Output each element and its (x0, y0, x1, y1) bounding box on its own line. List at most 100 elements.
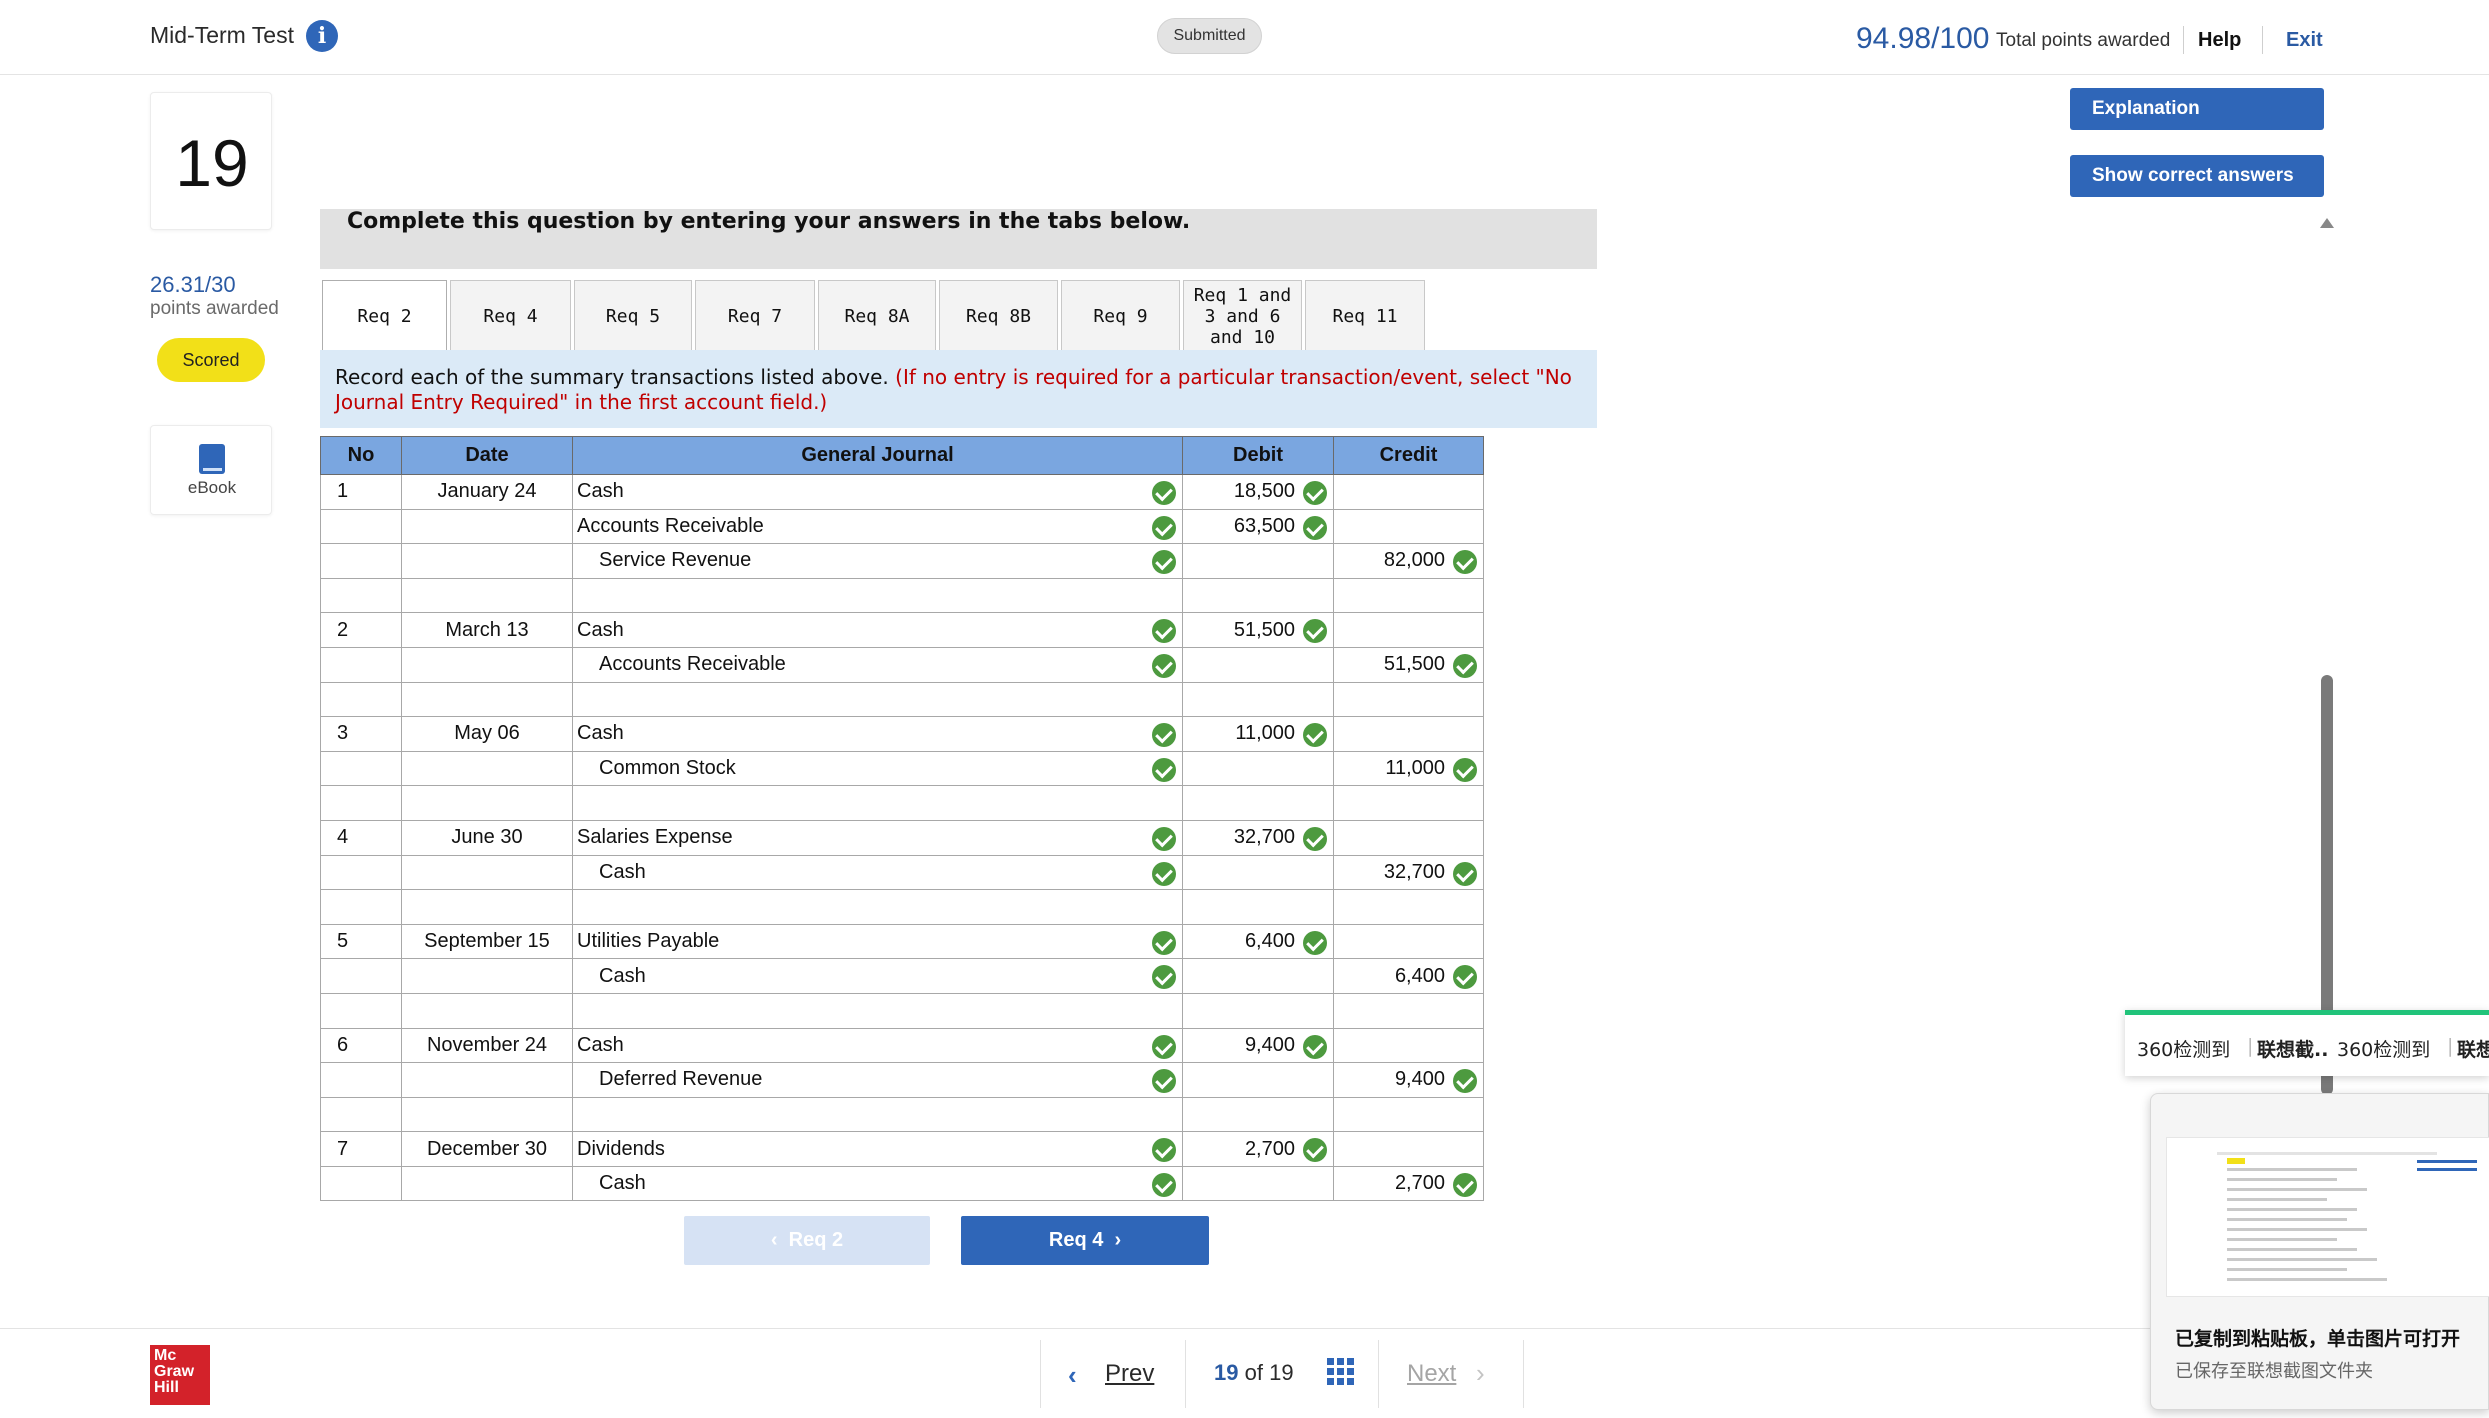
cell-credit[interactable]: 9,400 (1333, 1062, 1484, 1098)
cell-debit[interactable] (1182, 854, 1334, 891)
prev-question-link[interactable]: Prev (1105, 1360, 1154, 1388)
cell-account[interactable]: Dividends (572, 1131, 1183, 1167)
cell-debit[interactable] (1182, 1062, 1334, 1098)
tab-req-5[interactable]: Req 5 (574, 280, 692, 351)
cell-credit[interactable] (1333, 923, 1484, 960)
next-question-link[interactable]: Next (1407, 1360, 1456, 1388)
cell-debit[interactable] (1182, 681, 1334, 718)
cell-debit[interactable]: 51,500 (1182, 612, 1334, 648)
cell-account[interactable] (572, 889, 1183, 925)
cell-debit[interactable] (1182, 646, 1334, 683)
cell-debit[interactable] (1182, 889, 1334, 925)
scroll-up-arrow-icon[interactable] (2320, 218, 2334, 228)
cell-account[interactable]: Cash (572, 1027, 1183, 1064)
cell-credit[interactable] (1333, 716, 1484, 752)
tab-req-7[interactable]: Req 7 (695, 280, 815, 351)
cell-account[interactable]: Deferred Revenue (572, 1062, 1183, 1098)
cell-debit[interactable] (1182, 577, 1334, 614)
cell-credit[interactable] (1333, 1027, 1484, 1064)
tab-req-1-3-6-10[interactable]: Req 1 and 3 and 6 and 10 (1183, 280, 1302, 351)
task-text-block: Record each of the summary transactions … (335, 365, 1585, 415)
cell-credit[interactable] (1333, 681, 1484, 718)
grid-icon[interactable] (1327, 1358, 1355, 1386)
cell-debit[interactable] (1182, 992, 1334, 1029)
tab-req-2[interactable]: Req 2 (322, 280, 447, 352)
cell-account[interactable]: Cash (572, 958, 1183, 994)
screenshot-clipboard-popup[interactable]: 已复制到粘贴板，单击图片可打开 已保存至联想截图文件夹 (2150, 1093, 2489, 1410)
cell-debit[interactable]: 32,700 (1182, 819, 1334, 856)
cell-debit-value: 51,500 (1233, 618, 1295, 641)
cell-credit[interactable] (1333, 992, 1484, 1029)
cell-account[interactable]: Accounts Receivable (572, 646, 1183, 683)
cell-account[interactable]: Accounts Receivable (572, 508, 1183, 545)
cell-debit[interactable] (1182, 958, 1334, 994)
cell-date: May 06 (401, 716, 573, 752)
ebook-button[interactable]: eBook (150, 425, 272, 515)
table-header-row: No Date General Journal Debit Credit (320, 436, 1484, 475)
notification-bar[interactable]: 360检测到 | 联想截.. 360检测到 | 联想 (2125, 1010, 2489, 1076)
cell-credit[interactable]: 82,000 (1333, 543, 1484, 579)
cell-account[interactable]: Cash (572, 474, 1183, 510)
exit-link[interactable]: Exit (2286, 29, 2323, 52)
cell-account[interactable]: Cash (572, 1165, 1183, 1202)
cell-date-value: January 24 (437, 480, 537, 503)
prev-req-button[interactable]: ‹ Req 2 (684, 1216, 930, 1265)
cell-credit[interactable]: 51,500 (1333, 646, 1484, 683)
cell-debit[interactable]: 11,000 (1182, 716, 1334, 752)
cell-account[interactable] (572, 992, 1183, 1029)
cell-account[interactable] (572, 681, 1183, 718)
next-req-button[interactable]: Req 4 › (961, 1216, 1209, 1265)
cell-debit[interactable] (1182, 750, 1334, 787)
tab-req-8a[interactable]: Req 8A (818, 280, 936, 351)
cell-credit-value: 9,400 (1394, 1068, 1445, 1091)
cell-date (401, 681, 573, 718)
cell-debit[interactable]: 63,500 (1182, 508, 1334, 545)
cell-credit[interactable] (1333, 889, 1484, 925)
cell-account[interactable]: Cash (572, 612, 1183, 648)
cell-account[interactable]: Utilities Payable (572, 923, 1183, 960)
explanation-button[interactable]: Explanation (2070, 88, 2324, 130)
cell-no-value: 2 (337, 618, 349, 641)
cell-credit[interactable]: 32,700 (1333, 854, 1484, 891)
cell-credit[interactable] (1333, 508, 1484, 545)
screenshot-thumbnail[interactable] (2166, 1137, 2489, 1297)
tab-req-4[interactable]: Req 4 (450, 280, 571, 351)
cell-credit[interactable]: 6,400 (1333, 958, 1484, 994)
cell-account[interactable]: Cash (572, 854, 1183, 891)
cell-debit[interactable] (1182, 1096, 1334, 1133)
cell-account[interactable]: Service Revenue (572, 543, 1183, 579)
cell-debit[interactable]: 9,400 (1182, 1027, 1334, 1064)
total-score: 94.98/100 (1856, 22, 1990, 55)
cell-debit[interactable] (1182, 543, 1334, 579)
show-correct-answers-button[interactable]: Show correct answers (2070, 155, 2324, 197)
tab-req-8b[interactable]: Req 8B (939, 280, 1058, 351)
tab-req-11[interactable]: Req 11 (1305, 280, 1425, 351)
cell-account[interactable]: Salaries Expense (572, 819, 1183, 856)
col-header-credit: Credit (1333, 436, 1484, 475)
table-row: 4 June 30 Salaries Expense 32,700 (320, 819, 1484, 856)
cell-debit[interactable] (1182, 1165, 1334, 1202)
cell-credit[interactable] (1333, 474, 1484, 510)
cell-debit[interactable] (1182, 785, 1334, 821)
cell-debit[interactable]: 2,700 (1182, 1131, 1334, 1167)
cell-credit[interactable] (1333, 612, 1484, 648)
cell-account[interactable]: Common Stock (572, 750, 1183, 787)
cell-account[interactable]: Cash (572, 716, 1183, 752)
cell-date: March 13 (401, 612, 573, 648)
cell-credit[interactable] (1333, 785, 1484, 821)
cell-credit[interactable] (1333, 1131, 1484, 1167)
page-indicator[interactable]: 19 of 19 (1214, 1360, 1294, 1386)
cell-credit[interactable] (1333, 819, 1484, 856)
cell-account[interactable] (572, 785, 1183, 821)
cell-debit[interactable]: 18,500 (1182, 474, 1334, 510)
cell-credit[interactable] (1333, 1096, 1484, 1133)
cell-credit[interactable]: 2,700 (1333, 1165, 1484, 1202)
tab-req-9[interactable]: Req 9 (1061, 280, 1180, 351)
info-icon[interactable]: i (306, 20, 338, 52)
help-link[interactable]: Help (2198, 29, 2241, 52)
cell-debit[interactable]: 6,400 (1182, 923, 1334, 960)
cell-account[interactable] (572, 1096, 1183, 1133)
cell-credit[interactable] (1333, 577, 1484, 614)
cell-credit[interactable]: 11,000 (1333, 750, 1484, 787)
cell-account[interactable] (572, 577, 1183, 614)
